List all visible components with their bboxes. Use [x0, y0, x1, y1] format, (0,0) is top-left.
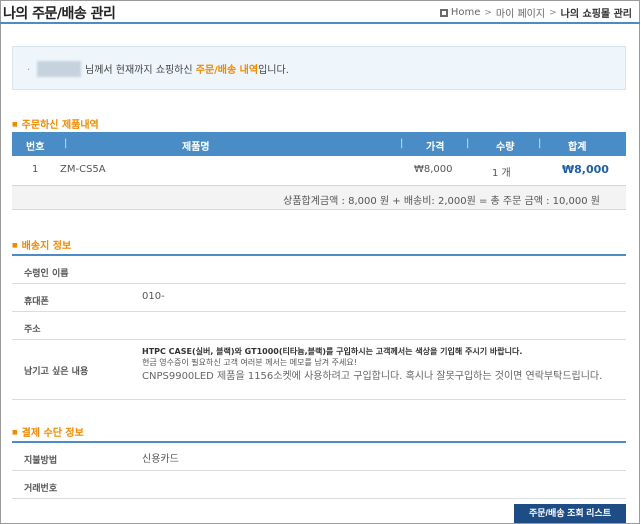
breadcrumb-separator: > — [549, 7, 557, 18]
breadcrumb: Home > 마이 페이지 > 나의 쇼핑몰 관리 — [439, 5, 632, 20]
payment-section-title: 결제 수단 정보 — [12, 424, 84, 439]
recipient-label: 수령인 이름 — [24, 269, 69, 279]
transaction-label: 거래번호 — [24, 484, 58, 494]
column-header-no: 번호 — [26, 142, 45, 153]
memo-row: 남기고 싶은 내용 HTPC CASE(실버, 블랙)와 GT1000(티타늄,… — [12, 340, 626, 400]
notice-text: 님께서 현재까지 쇼핑하신 주문/배송 내역입니다. — [85, 61, 289, 76]
column-header-product: 제품명 — [182, 142, 210, 153]
home-icon — [439, 8, 448, 17]
recipient-row: 수령인 이름 — [12, 256, 626, 284]
breadcrumb-mypage-link[interactable]: 마이 페이지 — [496, 5, 545, 20]
memo-notice-receipt: 현금 영수증이 필요하신 고객 여러분 께서는 메모를 남겨 주세요! — [142, 358, 357, 367]
order-total: ₩8,000 — [562, 163, 609, 176]
notice-bullet: · — [27, 65, 31, 76]
order-price: ₩8,000 — [414, 164, 453, 175]
column-header-total: 합계 — [568, 142, 587, 153]
payment-method-label: 지불방법 — [24, 456, 58, 466]
table-row: 1 ZM-CS5A ₩8,000 1 개 ₩8,000 — [12, 156, 626, 186]
order-section-title: 주문하신 제품내역 — [12, 116, 99, 131]
order-product-link[interactable]: ZM-CS5A — [60, 164, 106, 175]
customer-name-blurred — [37, 61, 81, 77]
order-list-button[interactable]: 주문/배송 조회 리스트 — [514, 504, 626, 523]
memo-notice-color: HTPC CASE(실버, 블랙)와 GT1000(티타늄,블랙)를 구입하시는… — [142, 347, 523, 356]
breadcrumb-separator: > — [484, 7, 492, 18]
phone-label: 휴대폰 — [24, 297, 49, 307]
column-divider: | — [64, 138, 68, 149]
memo-content: HTPC CASE(실버, 블랙)와 GT1000(티타늄,블랙)를 구입하시는… — [142, 346, 612, 384]
memo-label: 남기고 싶은 내용 — [24, 367, 89, 377]
column-divider: | — [400, 138, 404, 149]
address-row: 주소 — [12, 312, 626, 340]
phone-row: 휴대폰 010- — [12, 284, 626, 312]
memo-body: CNPS9900LED 제품을 1156소켓에 사용하려고 구입합니다. 혹시나… — [142, 371, 603, 382]
order-qty: 1 개 — [492, 168, 511, 179]
payment-info-table: 지불방법 신용카드 거래번호 — [12, 441, 626, 499]
notice-text-before: 님께서 현재까지 쇼핑하신 — [85, 65, 196, 76]
column-divider: | — [538, 138, 542, 149]
transaction-row: 거래번호 — [12, 471, 626, 499]
order-table-header: 번호 | 제품명 | 가격 | 수량 | 합계 — [12, 132, 626, 156]
breadcrumb-current: 나의 쇼핑몰 관리 — [560, 9, 632, 20]
breadcrumb-home-link[interactable]: Home — [451, 7, 481, 18]
column-header-price: 가격 — [426, 142, 445, 153]
shipping-section-title: 배송지 정보 — [12, 237, 71, 252]
page-title: 나의 주문/배송 관리 — [3, 6, 116, 22]
order-summary: 상품합계금액 : 8,000 원 + 배송비: 2,000원 = 총 주문 금액… — [12, 186, 626, 210]
shipping-info-table: 수령인 이름 휴대폰 010- 주소 남기고 싶은 내용 HTPC CASE(실… — [12, 254, 626, 400]
notice-box: · 님께서 현재까지 쇼핑하신 주문/배송 내역입니다. — [12, 46, 626, 90]
column-header-qty: 수량 — [496, 142, 515, 153]
order-no: 1 — [32, 164, 39, 175]
notice-highlight: 주문/배송 내역 — [195, 65, 259, 76]
page-header: 나의 주문/배송 관리 Home > 마이 페이지 > 나의 쇼핑몰 관리 — [0, 0, 640, 24]
column-divider: | — [466, 138, 470, 149]
address-label: 주소 — [24, 325, 41, 335]
payment-method-row: 지불방법 신용카드 — [12, 443, 626, 471]
order-summary-text: 상품합계금액 : 8,000 원 + 배송비: 2,000원 = 총 주문 금액… — [283, 196, 600, 207]
notice-text-after: 입니다. — [258, 65, 289, 76]
payment-method-value: 신용카드 — [142, 454, 179, 465]
phone-value: 010- — [142, 291, 165, 302]
